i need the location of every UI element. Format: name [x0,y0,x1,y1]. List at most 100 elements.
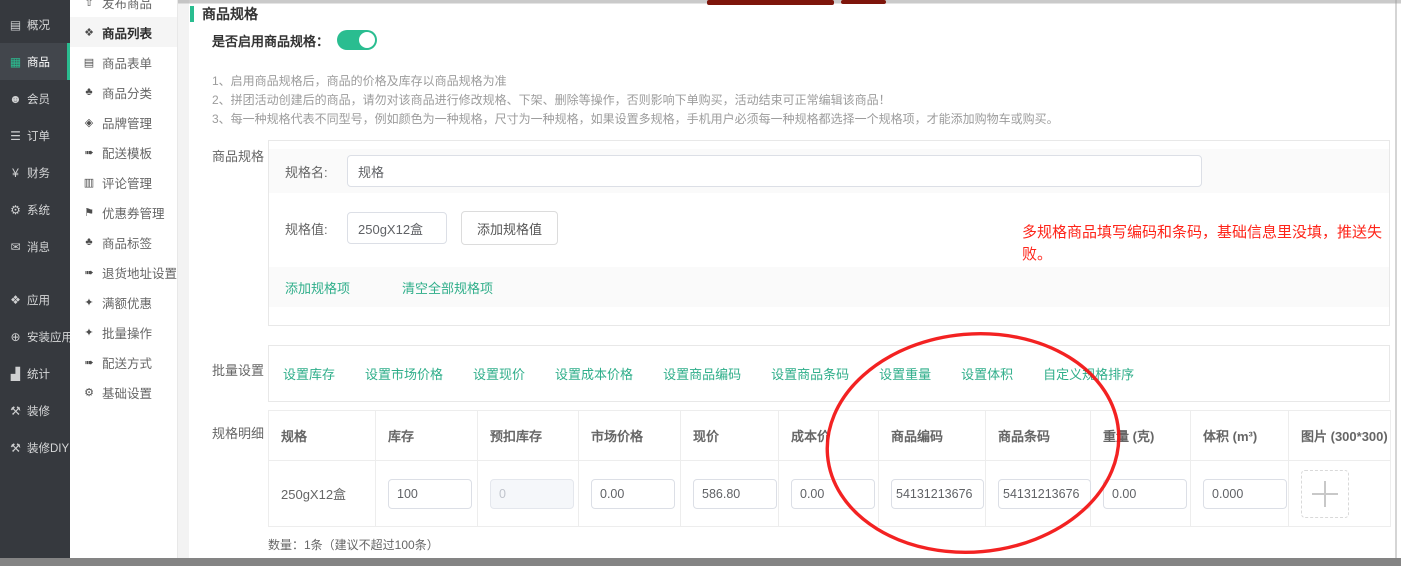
image-upload-button[interactable] [1301,470,1349,518]
window-bottom-edge [0,558,1401,566]
sidebar-item-orders[interactable]: ☰ 订单 [0,117,70,154]
batch-setting-link[interactable]: 设置库存 [283,364,335,383]
withhold-stock-input [490,479,574,509]
spec-detail-table: 规格库存预扣库存市场价格现价成本价商品编码商品条码重量 (克)体积 (m³)图片… [268,410,1391,527]
submenu-item-goods-list[interactable]: ❖ 商品列表 [70,17,177,47]
enable-spec-row: 是否启用商品规格： [212,30,377,50]
submenu-item-label: 配送方式 [102,353,152,372]
submenu-item-icon: ✦ [81,296,97,309]
submenu-item-label: 优惠券管理 [102,203,165,222]
volume-input[interactable] [1203,479,1287,509]
column-header: 规格 [269,411,376,461]
product-barcode-input[interactable] [998,479,1091,509]
product-code-input[interactable] [891,479,984,509]
submenu-item-label: 商品表单 [102,53,152,72]
scrollbar-track[interactable] [1395,0,1397,558]
tip-line: 3、每一种规格代表不同型号，例如颜色为一种规格，尺寸为一种规格，如果设置多规格，… [212,110,1059,129]
stock-input[interactable] [388,479,472,509]
submenu-item-goods-category[interactable]: ♣ 商品分类 [70,77,177,107]
spec-value-label: 规格值: [285,219,347,238]
sidebar-item-overview[interactable]: ▤ 概况 [0,6,70,43]
sidebar-item-label: 装修 [27,403,50,419]
price-input[interactable] [693,479,777,509]
sidebar-item-decorate-diy[interactable]: ⚒ 装修DIY [0,429,70,466]
submenu-item-publish-goods[interactable]: ⇧ 发布商品 [70,0,177,17]
submenu-item-goods-tag[interactable]: ♣ 商品标签 [70,227,177,257]
sidebar-item-apps[interactable]: ❖ 应用 [0,281,70,318]
batch-settings-box: 设置库存 设置市场价格 设置现价 设置成本价格 设置商品编码 设置商品条码 设置重量 设置体积… [268,345,1390,402]
plus-icon [1312,481,1338,507]
admin-goods-spec-page: ▤ 概况 ▦ 商品 ☻ 会员 ☰ 订单 ¥ 财务 [0,0,1401,566]
sidebar-item-install-apps[interactable]: ⊕ 安装应用 [0,318,70,355]
column-header: 商品编码 [879,411,986,461]
batch-setting-link[interactable]: 自定义规格排序 [1043,364,1134,383]
batch-setting-link[interactable]: 设置现价 [473,364,525,383]
submenu-item-goods-form[interactable]: ▤ 商品表单 [70,47,177,77]
submenu-item-icon: ♣ [81,236,97,248]
sidebar-item-label: 概况 [27,17,50,33]
batch-setting-link[interactable]: 设置市场价格 [365,364,443,383]
submenu-item-icon: ✦ [81,326,97,339]
sidebar-item-icon: ▤ [8,18,23,32]
submenu-item-label: 商品分类 [102,83,152,102]
submenu-item-batch-operation[interactable]: ✦ 批量操作 [70,317,177,347]
sidebar-item-messages[interactable]: ✉ 消息 [0,228,70,265]
submenu-item-label: 基础设置 [102,383,152,402]
table-header-row: 规格库存预扣库存市场价格现价成本价商品编码商品条码重量 (克)体积 (m³)图片… [269,411,1391,461]
batch-setting-link[interactable]: 设置商品条码 [771,364,849,383]
clear-all-spec-link[interactable]: 清空全部规格项 [402,278,493,297]
submenu-item-delivery-template[interactable]: ➠ 配送模板 [70,137,177,167]
submenu-item-return-address[interactable]: ➠ 退货地址设置 [70,257,177,287]
spec-value-input[interactable] [347,212,447,244]
tip-line: 2、拼团活动创建后的商品，请勿对该商品进行修改规格、下架、删除等操作，否则影响下… [212,91,1059,110]
batch-setting-link[interactable]: 设置成本价格 [555,364,633,383]
submenu-item-label: 批量操作 [102,323,152,342]
batch-setting-link[interactable]: 设置重量 [879,364,931,383]
batch-setting-link[interactable]: 设置商品编码 [663,364,741,383]
column-header: 现价 [681,411,779,461]
sidebar-item-label: 应用 [27,292,50,308]
main-sidebar: ▤ 概况 ▦ 商品 ☻ 会员 ☰ 订单 ¥ 财务 [0,0,70,558]
submenu-item-coupon-manage[interactable]: ⚑ 优惠券管理 [70,197,177,227]
spec-name-input[interactable] [347,155,1202,187]
sidebar-item-label: 统计 [27,366,50,382]
sidebar-item-label: 安装应用 [27,329,73,345]
submenu-item-icon: ◈ [81,116,97,129]
spec-name-row: 规格名: [269,149,1389,193]
sidebar-item-label: 商品 [27,54,50,70]
submenu-item-brand-manage[interactable]: ◈ 品牌管理 [70,107,177,137]
sidebar-item-label: 系统 [27,202,50,218]
sidebar-item-statistics[interactable]: ▟ 统计 [0,355,70,392]
sidebar-item-members[interactable]: ☻ 会员 [0,80,70,117]
batch-setting-link[interactable]: 设置体积 [961,364,1013,383]
goods-submenu: ⇧ 发布商品 ❖ 商品列表 ▤ 商品表单 ♣ 商品分类 [70,0,178,558]
submenu-item-delivery-method[interactable]: ➠ 配送方式 [70,347,177,377]
sidebar-item-finance[interactable]: ¥ 财务 [0,154,70,191]
sidebar-item-label: 订单 [27,128,50,144]
add-spec-value-button[interactable]: 添加规格值 [461,211,558,245]
sidebar-item-icon: ⚒ [8,441,23,455]
cost-price-input[interactable] [791,479,875,509]
market-price-input[interactable] [591,479,675,509]
weight-input[interactable] [1103,479,1187,509]
submenu-item-full-discount[interactable]: ✦ 满额优惠 [70,287,177,317]
submenu-item-icon: ❖ [81,26,97,39]
submenu-item-icon: ➠ [81,266,97,279]
sidebar-item-goods[interactable]: ▦ 商品 [0,43,70,80]
add-spec-item-link[interactable]: 添加规格项 [285,278,350,297]
spec-cell-value: 250gX12盒 [281,487,346,502]
submenu-item-comment-manage[interactable]: ▥ 评论管理 [70,167,177,197]
column-header: 库存 [376,411,478,461]
submenu-item-label: 商品标签 [102,233,152,252]
submenu-item-label: 品牌管理 [102,113,152,132]
sidebar-item-decorate[interactable]: ⚒ 装修 [0,392,70,429]
tip-line: 1、启用商品规格后，商品的价格及库存以商品规格为准 [212,72,1059,91]
sidebar-item-system[interactable]: ⚙ 系统 [0,191,70,228]
submenu-item-basic-settings[interactable]: ⚙ 基础设置 [70,377,177,407]
sidebar-item-icon: ☻ [8,92,23,106]
enable-spec-toggle[interactable] [337,30,377,50]
submenu-item-label: 满额优惠 [102,293,152,312]
sidebar-item-icon: ▟ [8,367,23,381]
page-title: 商品规格 [190,6,258,22]
enable-spec-label: 是否启用商品规格： [212,31,329,50]
